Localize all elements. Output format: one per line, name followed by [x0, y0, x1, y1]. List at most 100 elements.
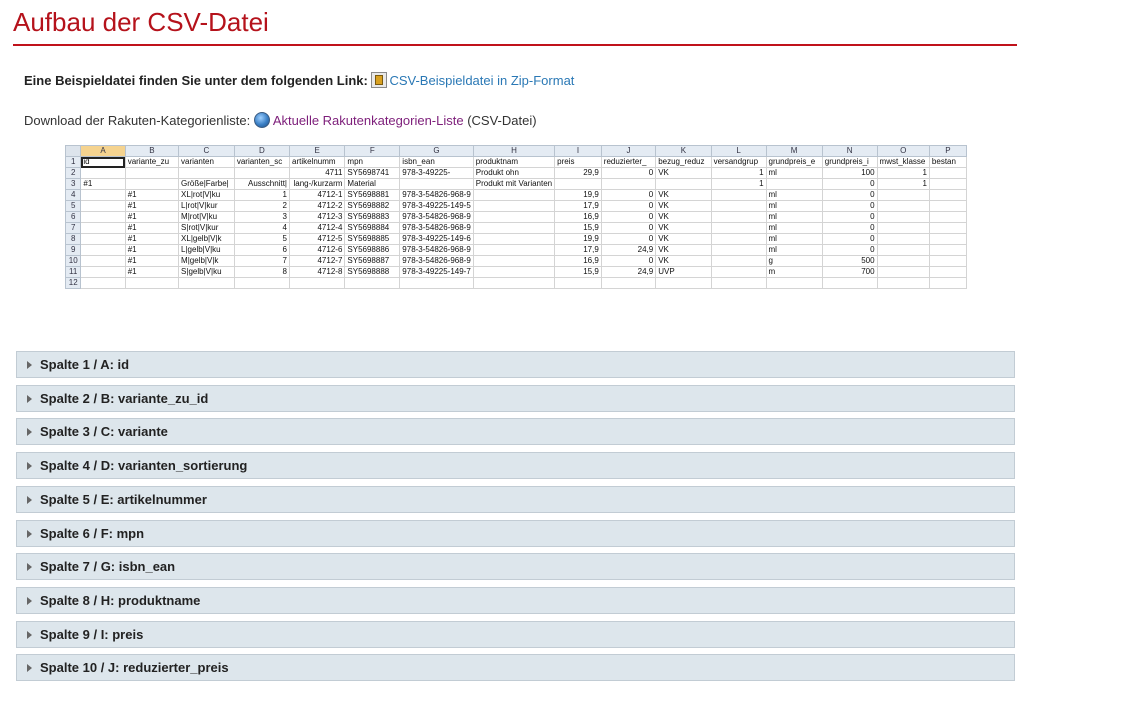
column-header: D — [233, 145, 291, 157]
table-cell — [80, 167, 126, 179]
accordion-item[interactable]: Spalte 7 / G: isbn_ean — [16, 553, 1015, 581]
table-cell — [928, 233, 967, 245]
table-cell: 2 — [233, 200, 291, 212]
category-download-suffix: (CSV-Datei) — [467, 113, 537, 128]
table-cell: varianten_sc — [233, 156, 291, 168]
accordion-item[interactable]: Spalte 1 / A: id — [16, 351, 1015, 378]
accordion-item[interactable]: Spalte 4 / D: varianten_sortierung — [16, 452, 1015, 480]
example-file-link[interactable]: CSV-Beispieldatei in Zip-Format — [389, 73, 574, 88]
accordion-item[interactable]: Spalte 9 / I: preis — [16, 620, 1015, 648]
table-cell: mpn — [344, 156, 401, 168]
table-cell: VK — [655, 211, 712, 223]
table-cell — [928, 277, 967, 289]
table-cell — [928, 211, 967, 223]
table-cell: 1 — [876, 167, 930, 179]
table-cell: #1 — [124, 200, 180, 212]
accordion-item[interactable]: Spalte 2 / B: variante_zu_id — [16, 384, 1015, 412]
table-cell — [876, 233, 930, 245]
table-cell: SY5698884 — [344, 222, 401, 234]
table-cell: 0 — [821, 222, 878, 234]
table-cell: M|gelb|V|k — [178, 255, 235, 267]
table-cell: 6 — [233, 244, 291, 256]
table-cell: VK — [655, 233, 712, 245]
table-cell — [928, 200, 967, 212]
table-cell: L|rot|V|kur — [178, 200, 235, 212]
table-cell: 0 — [821, 244, 878, 256]
column-header: O — [876, 145, 930, 157]
table-cell: 0 — [821, 233, 878, 245]
column-header: K — [655, 145, 712, 157]
table-row: 9 #1 L|gelb|V|ku 6 4712-6 SY5698886 978-3-5482… — [65, 244, 967, 256]
table-cell — [710, 255, 767, 267]
table-cell — [472, 211, 556, 223]
table-cell: #1 — [124, 266, 180, 278]
category-download-line: Download der Rakuten-Kategorienliste: Ak… — [24, 112, 537, 128]
accordion-item[interactable]: Spalte 6 / F: mpn — [16, 519, 1015, 547]
table-cell: 978-3-54826-968-9 — [399, 255, 474, 267]
expand-triangle-icon — [27, 630, 32, 639]
row-header: 2 — [65, 167, 82, 179]
table-cell: VK — [655, 244, 712, 256]
table-cell — [710, 200, 767, 212]
table-cell — [344, 277, 401, 289]
table-cell: ml — [765, 211, 823, 223]
table-cell: SY5698881 — [344, 189, 401, 201]
table-cell: produktnam — [472, 156, 556, 168]
table-cell: versandgrup — [710, 156, 767, 168]
table-cell: isbn_ean — [399, 156, 474, 168]
expand-triangle-icon — [27, 462, 32, 471]
table-cell: SY5698883 — [344, 211, 401, 223]
column-header: G — [399, 145, 474, 157]
table-cell — [710, 244, 767, 256]
accordion-item-label: Spalte 2 / B: variante_zu_id — [40, 390, 209, 406]
table-cell — [80, 233, 126, 245]
table-cell: 17,9 — [554, 244, 602, 256]
table-cell: 500 — [821, 255, 878, 267]
table-cell: UVP — [655, 266, 712, 278]
table-cell: 978-3-49225-149-5 — [399, 200, 474, 212]
table-cell: 4712-3 — [288, 211, 346, 223]
accordion-item[interactable]: Spalte 3 / C: variante — [16, 418, 1015, 446]
table-cell: VK — [655, 167, 712, 179]
table-cell: 0 — [600, 200, 657, 212]
expand-triangle-icon — [27, 596, 32, 605]
table-cell: #1 — [124, 211, 180, 223]
accordion-item-label: Spalte 5 / E: artikelnummer — [40, 491, 207, 507]
zip-file-icon — [371, 72, 388, 88]
table-cell: #1 — [124, 255, 180, 267]
table-cell — [472, 255, 556, 267]
column-header: I — [554, 145, 602, 157]
table-cell — [124, 277, 180, 289]
table-cell — [233, 167, 291, 179]
table-cell: grundpreis_e — [765, 156, 823, 168]
accordion-item[interactable]: Spalte 8 / H: produktname — [16, 586, 1015, 614]
table-cell — [80, 200, 126, 212]
table-cell: ml — [765, 244, 823, 256]
table-cell: ml — [765, 222, 823, 234]
table-cell — [472, 200, 556, 212]
expand-triangle-icon — [27, 394, 32, 403]
table-cell: #1 — [80, 178, 126, 190]
accordion-item[interactable]: Spalte 5 / E: artikelnummer — [16, 485, 1015, 513]
table-row: 12 — [65, 277, 967, 289]
column-header: H — [472, 145, 556, 157]
table-cell — [399, 277, 474, 289]
spreadsheet-preview: ABCDEFGHIJKLMNOP 1 id variante_zu varianten… — [65, 145, 967, 333]
table-cell: 15,9 — [554, 266, 602, 278]
table-cell — [710, 222, 767, 234]
table-row: 6 #1 M|rot|V|ku 3 4712-3 SY5698883 978-3-54826… — [65, 211, 967, 223]
table-row: 3 #1 Größe|Farbe| Ausschnitt| lang-/kurzarm M… — [65, 178, 967, 190]
table-cell: 4 — [233, 222, 291, 234]
table-cell — [928, 167, 967, 179]
expand-triangle-icon — [27, 563, 32, 572]
table-cell: 978-3-54826-968-9 — [399, 189, 474, 201]
row-header: 6 — [65, 211, 82, 223]
accordion-item[interactable]: Spalte 10 / J: reduzierter_preis — [16, 654, 1015, 682]
table-cell: 978-3-54826-968-9 — [399, 222, 474, 234]
table-cell: 4712-5 — [288, 233, 346, 245]
category-list-link[interactable]: Aktuelle Rakutenkategorien-Liste — [273, 113, 464, 128]
table-cell: VK — [655, 189, 712, 201]
table-cell: 4712-6 — [288, 244, 346, 256]
table-cell: #1 — [124, 222, 180, 234]
table-cell — [876, 266, 930, 278]
